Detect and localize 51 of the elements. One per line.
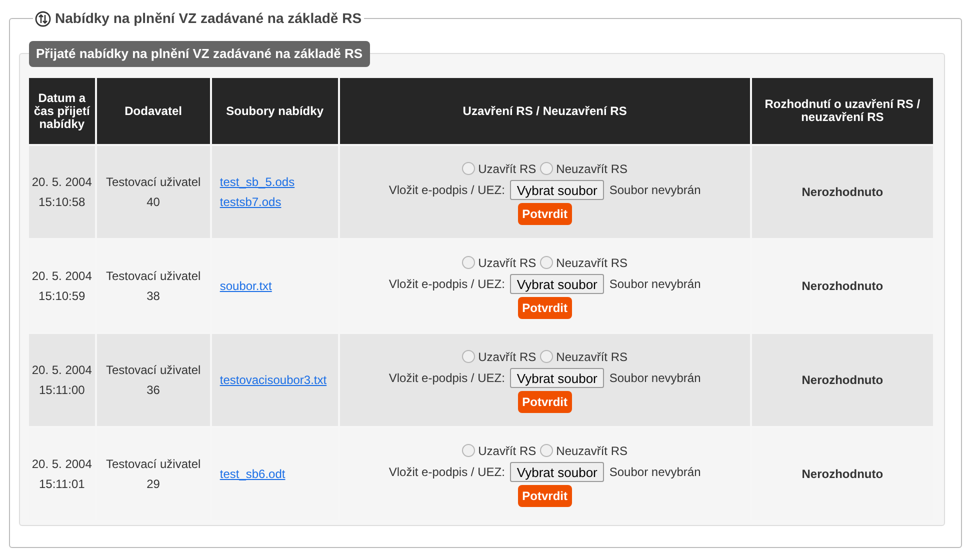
confirm-button[interactable]: Potvrdit <box>518 202 572 224</box>
radio-button[interactable] <box>462 162 476 175</box>
field-label: Vložit e-podpis / UEZ: <box>388 464 505 480</box>
fieldset-legend: Nabídky na plnění VZ zadávané na základě RS <box>55 8 362 29</box>
choose-file-button[interactable]: Vybrat soubor <box>510 368 604 388</box>
radio-label: Uzavřít RS <box>478 442 536 460</box>
field-label: Vložit e-podpis / UEZ: <box>388 276 505 292</box>
radio-label: Uzavřít RS <box>478 348 536 366</box>
table-cell: Nerozhodnuto <box>752 146 933 238</box>
radio-button[interactable] <box>540 444 554 457</box>
radio-label: Neuzavřít RS <box>556 442 628 460</box>
choose-file-button[interactable]: Vybrat soubor <box>510 274 604 294</box>
choose-file-button[interactable]: Vybrat soubor <box>510 180 604 200</box>
file-status: Soubor nevybrán <box>609 370 701 386</box>
radio-button[interactable] <box>462 444 476 457</box>
file-link[interactable]: test_sb_5.ods <box>220 175 295 189</box>
file-link[interactable]: testsb7.ods <box>220 195 282 209</box>
radio-label: Uzavřít RS <box>478 160 536 178</box>
confirm-button[interactable]: Potvrdit <box>518 484 572 506</box>
radio-label: Neuzavřít RS <box>556 348 628 366</box>
table-cell: 20. 5. 2004 15:11:00 <box>29 334 95 426</box>
table-cell: Nerozhodnuto <box>752 334 933 426</box>
radio-button[interactable] <box>462 256 476 269</box>
radio-button[interactable] <box>462 350 476 363</box>
file-status: Soubor nevybrán <box>609 182 701 198</box>
file-link[interactable]: soubor.txt <box>220 279 272 293</box>
confirm-button[interactable]: Potvrdit <box>518 390 572 412</box>
arrows-circle-icon <box>35 10 51 26</box>
table-cell: Testovací uživatel 40 <box>96 146 210 238</box>
panel-title: Přijaté nabídky na plnění VZ zadávané na základě RS <box>29 41 370 67</box>
confirm-button[interactable]: Potvrdit <box>518 296 572 318</box>
radio-label: Neuzavřít RS <box>556 254 628 272</box>
radio-button[interactable] <box>540 256 554 269</box>
file-link[interactable]: testovacisoubor3.txt <box>220 373 327 387</box>
table-cell: Testovací uživatel 36 <box>96 334 210 426</box>
table-cell: 20. 5. 2004 15:10:58 <box>29 146 95 238</box>
file-status: Soubor nevybrán <box>609 276 701 292</box>
field-label: Vložit e-podpis / UEZ: <box>388 370 505 386</box>
radio-label: Neuzavřít RS <box>556 160 628 178</box>
radio-button[interactable] <box>540 350 554 363</box>
field-label: Vložit e-podpis / UEZ: <box>388 182 505 198</box>
radio-button[interactable] <box>540 162 554 175</box>
column-header: Soubory nabídky <box>212 78 338 144</box>
radio-label: Uzavřít RS <box>478 254 536 272</box>
column-header: Rozhodnutí o uzavření RS / neuzavření RS <box>752 78 933 144</box>
choose-file-button[interactable]: Vybrat soubor <box>510 462 604 482</box>
file-status: Soubor nevybrán <box>609 464 701 480</box>
column-header: Uzavření RS / Neuzavření RS <box>340 78 750 144</box>
column-header: Datum a čas přijetí nabídky <box>29 78 95 144</box>
column-header: Dodavatel <box>96 78 210 144</box>
file-link[interactable]: test_sb6.odt <box>220 467 286 481</box>
